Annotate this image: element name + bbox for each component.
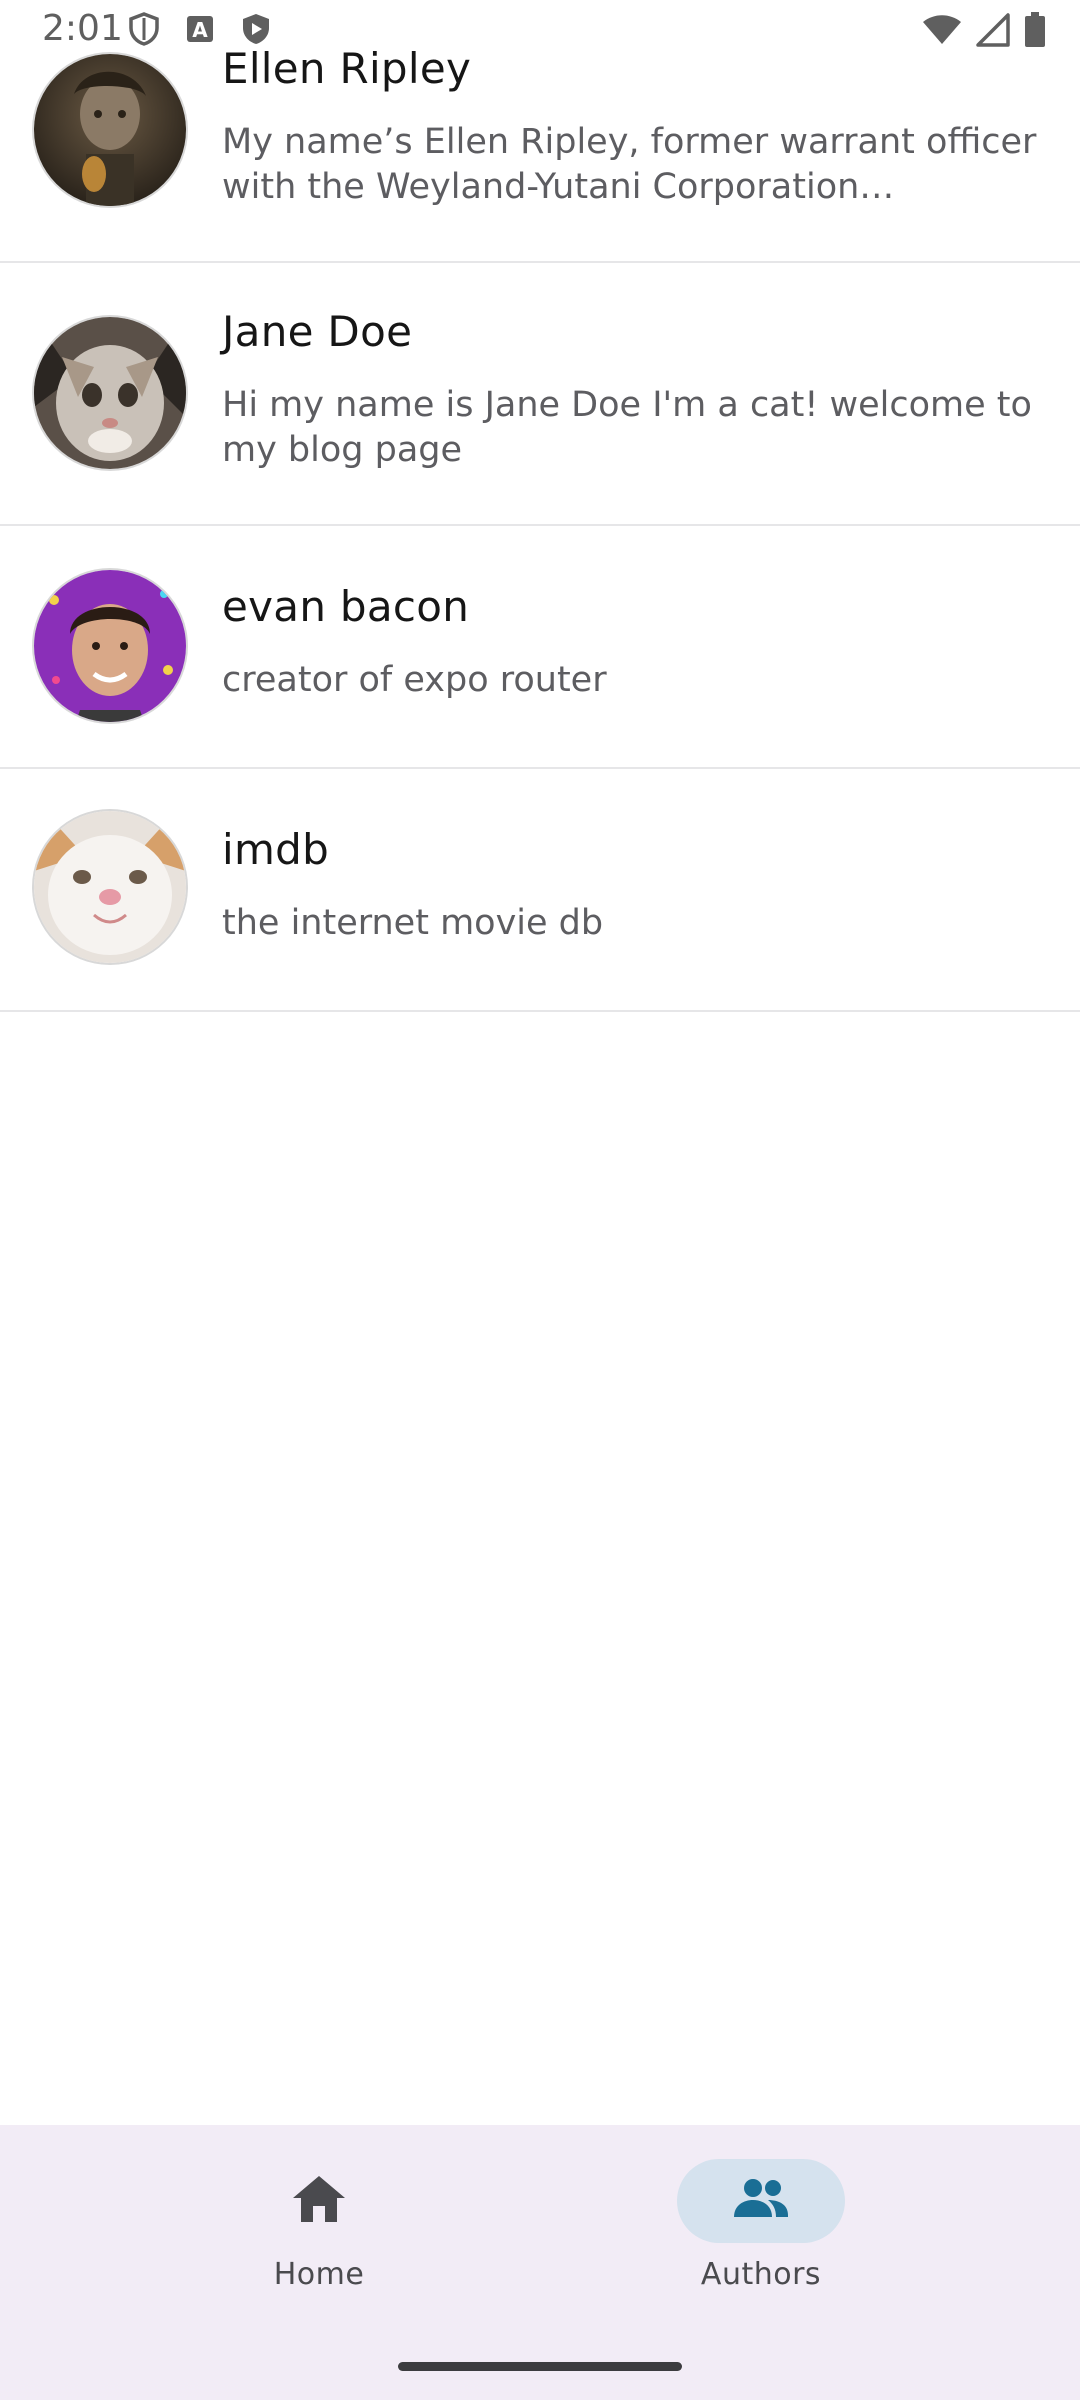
author-bio: Hi my name is Jane Doe I'm a cat! welcom… bbox=[222, 385, 1032, 470]
wifi-icon bbox=[922, 14, 962, 50]
tab-home[interactable]: Home bbox=[219, 2159, 419, 2319]
author-name: evan bacon bbox=[222, 582, 470, 631]
avatar bbox=[34, 811, 186, 963]
svg-text:A: A bbox=[192, 18, 208, 42]
status-left-icons: A bbox=[128, 12, 272, 50]
author-bio: the internet movie db bbox=[222, 903, 604, 943]
author-item-evan-bacon[interactable]: evan bacon creator of expo router bbox=[0, 526, 1080, 769]
tab-home-label: Home bbox=[273, 2257, 365, 2292]
author-name: Jane Doe bbox=[222, 307, 413, 356]
tab-home-indicator bbox=[235, 2159, 403, 2243]
status-bar: 2:01 A bbox=[0, 0, 1080, 60]
tab-authors-label: Authors bbox=[700, 2257, 822, 2292]
author-bio: creator of expo router bbox=[222, 660, 607, 700]
author-item-imdb[interactable]: imdb the internet movie db bbox=[0, 769, 1080, 1012]
avatar bbox=[34, 317, 186, 469]
shield-outline-icon bbox=[128, 12, 160, 50]
font-a-icon: A bbox=[186, 15, 214, 47]
shield-play-icon bbox=[240, 12, 272, 50]
battery-icon bbox=[1024, 12, 1046, 52]
status-time: 2:01 bbox=[42, 8, 123, 49]
author-item-jane-doe[interactable]: Jane Doe Hi my name is Jane Doe I'm a ca… bbox=[0, 263, 1080, 526]
bottom-navigation: Home Authors bbox=[0, 2125, 1080, 2400]
status-right-icons bbox=[922, 12, 1046, 52]
avatar bbox=[34, 570, 186, 722]
avatar bbox=[34, 54, 186, 206]
tab-authors[interactable]: Authors bbox=[661, 2159, 861, 2319]
home-icon bbox=[291, 2174, 347, 2228]
tab-authors-indicator bbox=[677, 2159, 845, 2243]
signal-icon bbox=[976, 13, 1010, 51]
gesture-nav-handle[interactable] bbox=[398, 2362, 682, 2371]
people-icon bbox=[732, 2177, 790, 2225]
author-name: imdb bbox=[222, 825, 330, 874]
author-bio: My name’s Ellen Ripley, former warrant o… bbox=[222, 122, 1037, 207]
